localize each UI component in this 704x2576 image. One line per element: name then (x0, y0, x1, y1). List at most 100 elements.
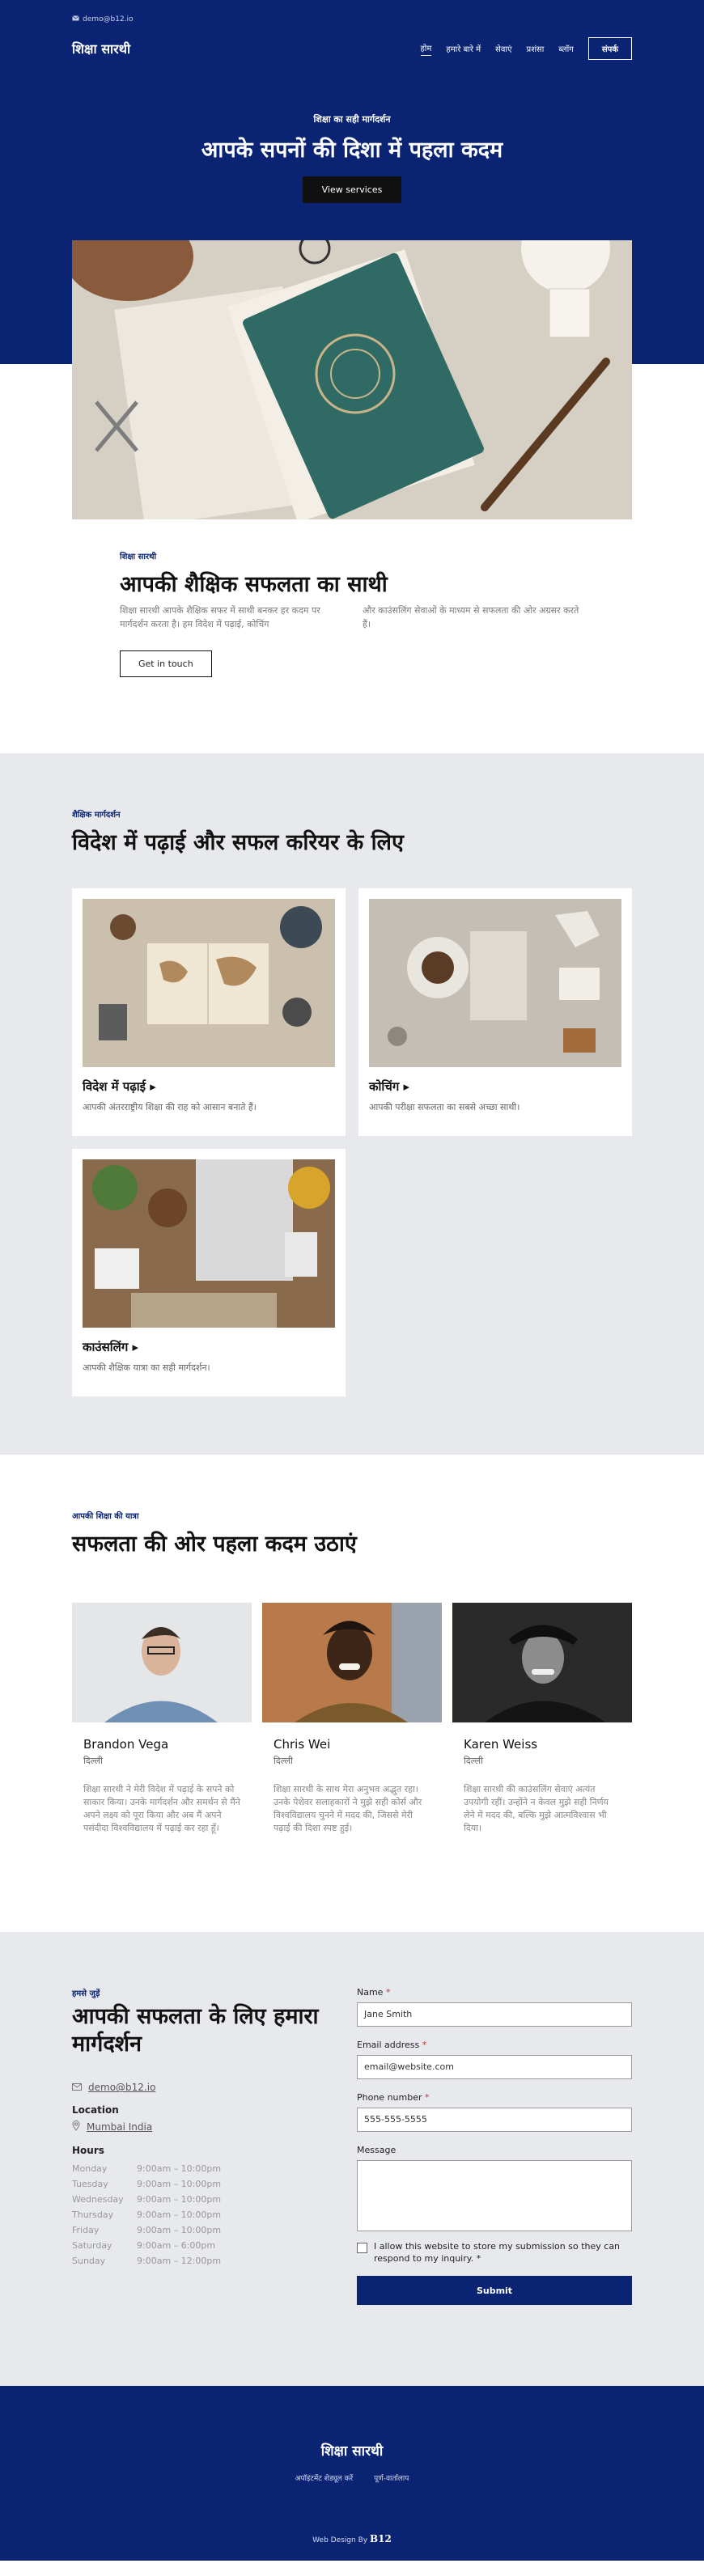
testimonials-title: सफलता की ओर पहला कदम उठाएं (72, 1532, 357, 1557)
about-col-2: और काउंसलिंग सेवाओं के माध्यम से सफलता क… (363, 605, 579, 629)
topbar-email[interactable]: demo@b12.io (83, 15, 134, 23)
services-grid: विदेश में पढ़ाई ▸ आपकी अंतरराष्ट्रीय शिक… (72, 888, 632, 1396)
mail-icon (72, 2082, 82, 2093)
testimonial-location: दिल्ली (464, 1756, 483, 1766)
phone-label: Phone number * (357, 2091, 430, 2103)
testimonial-name: Chris Wei (274, 1737, 331, 1752)
location-label: Location (72, 2104, 119, 2116)
service-desc-coaching: आपकी परीक्षा सफलता का सबसे अच्छा साथी। (369, 1102, 520, 1112)
hero-eyebrow: शिक्षा का सही मार्गदर्शन (313, 114, 391, 125)
email-field[interactable]: email@website.com (357, 2054, 632, 2079)
testimonial-card: Chris Wei दिल्ली शिक्षा सारथी के साथ मेर… (262, 1603, 442, 1835)
service-card-coaching[interactable]: कोचिंग ▸ आपकी परीक्षा सफलता का सबसे अच्छ… (358, 888, 632, 1136)
service-title-counseling: काउंसलिंग ▸ (83, 1340, 139, 1354)
contact-email-row: demo@b12.io (72, 2082, 339, 2093)
testimonial-photo (72, 1603, 252, 1722)
topbar: demo@b12.io (0, 0, 704, 29)
services-title: विदेश में पढ़ाई और सफल करियर के लिए (72, 830, 404, 855)
nav-link-services[interactable]: सेवाएं (495, 43, 511, 54)
service-image-desk (83, 1159, 335, 1328)
arrow-right-icon: ▸ (403, 1079, 410, 1094)
hours-row: Sunday 9:00am – 12:00pm (72, 2256, 222, 2267)
hours-row: Wednesday 9:00am – 10:00pm (72, 2194, 222, 2205)
message-label: Message (357, 2144, 397, 2155)
footer-credit[interactable]: Web Design By B12 (0, 2533, 704, 2544)
hours-label: Hours (72, 2145, 104, 2157)
testimonial-name: Brandon Vega (83, 1737, 169, 1752)
message-field[interactable] (357, 2159, 632, 2231)
testimonial-photo (452, 1603, 632, 1722)
footer: शिक्षा सारथी अपॉइंटमेंट शेड्यूल करें पूर… (0, 2386, 704, 2561)
location-pin-icon (72, 2121, 80, 2133)
nav-link-blog[interactable]: ब्लॉग (558, 43, 573, 54)
contact-location-row: Mumbai India (72, 2121, 339, 2133)
name-field[interactable]: Jane Smith (357, 2002, 632, 2027)
contact-form: Name * Jane Smith Email address * email@… (357, 1987, 632, 2306)
contact-email-link[interactable]: demo@b12.io (88, 2082, 155, 2093)
hero-section: demo@b12.io शिक्षा सारथी होम हमारे बारे … (0, 0, 704, 519)
testimonial-photo (262, 1603, 442, 1722)
testimonial-text: शिक्षा सारथी ने मेरी विदेश में पढ़ाई के … (83, 1784, 240, 1833)
footer-brand[interactable]: शिक्षा सारथी (0, 2441, 704, 2459)
service-image-coffee (369, 899, 621, 1067)
services-eyebrow: शैक्षिक मार्गदर्शन (72, 811, 121, 820)
service-card-study-abroad[interactable]: विदेश में पढ़ाई ▸ आपकी अंतरराष्ट्रीय शिक… (72, 888, 346, 1136)
about-col-1: शिक्षा सारथी आपके शैक्षिक सफर में साथी ब… (120, 605, 320, 629)
email-label: Email address * (357, 2039, 427, 2050)
testimonial-location: दिल्ली (83, 1756, 103, 1766)
footer-link-appointment[interactable]: अपॉइंटमेंट शेड्यूल करें (295, 2472, 354, 2483)
brand-logo[interactable]: शिक्षा सारथी (72, 40, 130, 57)
get-in-touch-button[interactable]: Get in touch (120, 650, 212, 677)
nav-link-about[interactable]: हमारे बारे में (446, 43, 481, 54)
testimonials-eyebrow: आपकी शिक्षा की यात्रा (72, 1512, 139, 1521)
testimonial-card: Karen Weiss दिल्ली शिक्षा सारथी की काउंस… (452, 1603, 632, 1835)
testimonials-grid: Brandon Vega दिल्ली शिक्षा सारथी ने मेरी… (72, 1603, 632, 1835)
testimonial-text: शिक्षा सारथी के साथ मेरा अनुभव अद्भुत रह… (274, 1784, 422, 1833)
name-label: Name * (357, 1986, 391, 1998)
nav-links: होम हमारे बारे में सेवाएं प्रशंसा ब्लॉग … (420, 37, 632, 60)
service-image-map (83, 899, 335, 1067)
hours-row: Tuesday 9:00am – 10:00pm (72, 2179, 222, 2190)
footer-links: अपॉइंटमेंट शेड्यूल करें पूर्ण-वार्तालाप (0, 2472, 704, 2483)
service-title-coaching: कोचिंग ▸ (369, 1079, 410, 1094)
arrow-right-icon: ▸ (132, 1340, 139, 1354)
about-eyebrow: शिक्षा सारथी (120, 553, 157, 561)
hero-content: शिक्षा का सही मार्गदर्शन आपके सपनों की द… (0, 113, 704, 203)
testimonial-text: शिक्षा सारथी की काउंसलिंग सेवाएं अत्यंत … (464, 1784, 609, 1833)
contact-eyebrow: हमसे जुड़ें (72, 1989, 100, 1998)
consent-label: I allow this website to store my submiss… (374, 2240, 621, 2264)
testimonial-name: Karen Weiss (464, 1737, 538, 1752)
about-text: शिक्षा सारथी आपके शैक्षिक सफर में साथी ब… (120, 604, 581, 631)
contact-info: हमसे जुड़ें आपकी सफलता के लिए हमारा मार्… (72, 1987, 339, 2306)
main-nav: शिक्षा सारथी होम हमारे बारे में सेवाएं प… (0, 29, 704, 68)
nav-link-testimonials[interactable]: प्रशंसा (527, 43, 545, 54)
phone-field[interactable]: 555-555-5555 (357, 2107, 632, 2132)
testimonial-card: Brandon Vega दिल्ली शिक्षा सारथी ने मेरी… (72, 1603, 252, 1835)
service-title-study-abroad: विदेश में पढ़ाई ▸ (83, 1079, 156, 1094)
arrow-right-icon: ▸ (150, 1079, 156, 1094)
contact-title: आपकी सफलता के लिए हमारा मार्गदर्शन (72, 2003, 319, 2057)
hero-image (72, 240, 632, 519)
contact-location-link[interactable]: Mumbai India (87, 2121, 152, 2133)
consent-row: I allow this website to store my submiss… (357, 2241, 632, 2265)
hours-row: Monday 9:00am – 10:00pm (72, 2163, 222, 2175)
service-desc-counseling: आपकी शैक्षिक यात्रा का सही मार्गदर्शन। (83, 1362, 210, 1373)
hero-title: आपके सपनों की दिशा में पहला कदम (201, 138, 503, 163)
testimonial-location: दिल्ली (274, 1756, 293, 1766)
hours-table: Monday 9:00am – 10:00pm Tuesday 9:00am – 1… (72, 2161, 339, 2269)
about-title: आपकी शैक्षिक सफलता का साथी (120, 572, 388, 597)
footer-link-conversation[interactable]: पूर्ण-वार्तालाप (374, 2472, 409, 2483)
mail-icon (72, 15, 79, 23)
nav-link-home[interactable]: होम (420, 42, 432, 56)
nav-contact-button[interactable]: संपर्क (587, 37, 632, 60)
hours-row: Thursday 9:00am – 10:00pm (72, 2210, 222, 2221)
service-card-counseling[interactable]: काउंसलिंग ▸ आपकी शैक्षिक यात्रा का सही म… (72, 1149, 346, 1396)
service-desc-study-abroad: आपकी अंतरराष्ट्रीय शिक्षा की राह को आसान… (83, 1102, 257, 1112)
hours-row: Friday 9:00am – 10:00pm (72, 2225, 222, 2236)
view-services-button[interactable]: View services (302, 176, 402, 203)
services-section: शैक्षिक मार्गदर्शन विदेश में पढ़ाई और सफ… (0, 753, 704, 1455)
consent-checkbox[interactable] (357, 2242, 367, 2253)
testimonials-section: आपकी शिक्षा की यात्रा सफलता की ओर पहला क… (0, 1455, 704, 1932)
submit-button[interactable]: Submit (357, 2276, 632, 2306)
b12-logo: B12 (369, 2533, 392, 2545)
